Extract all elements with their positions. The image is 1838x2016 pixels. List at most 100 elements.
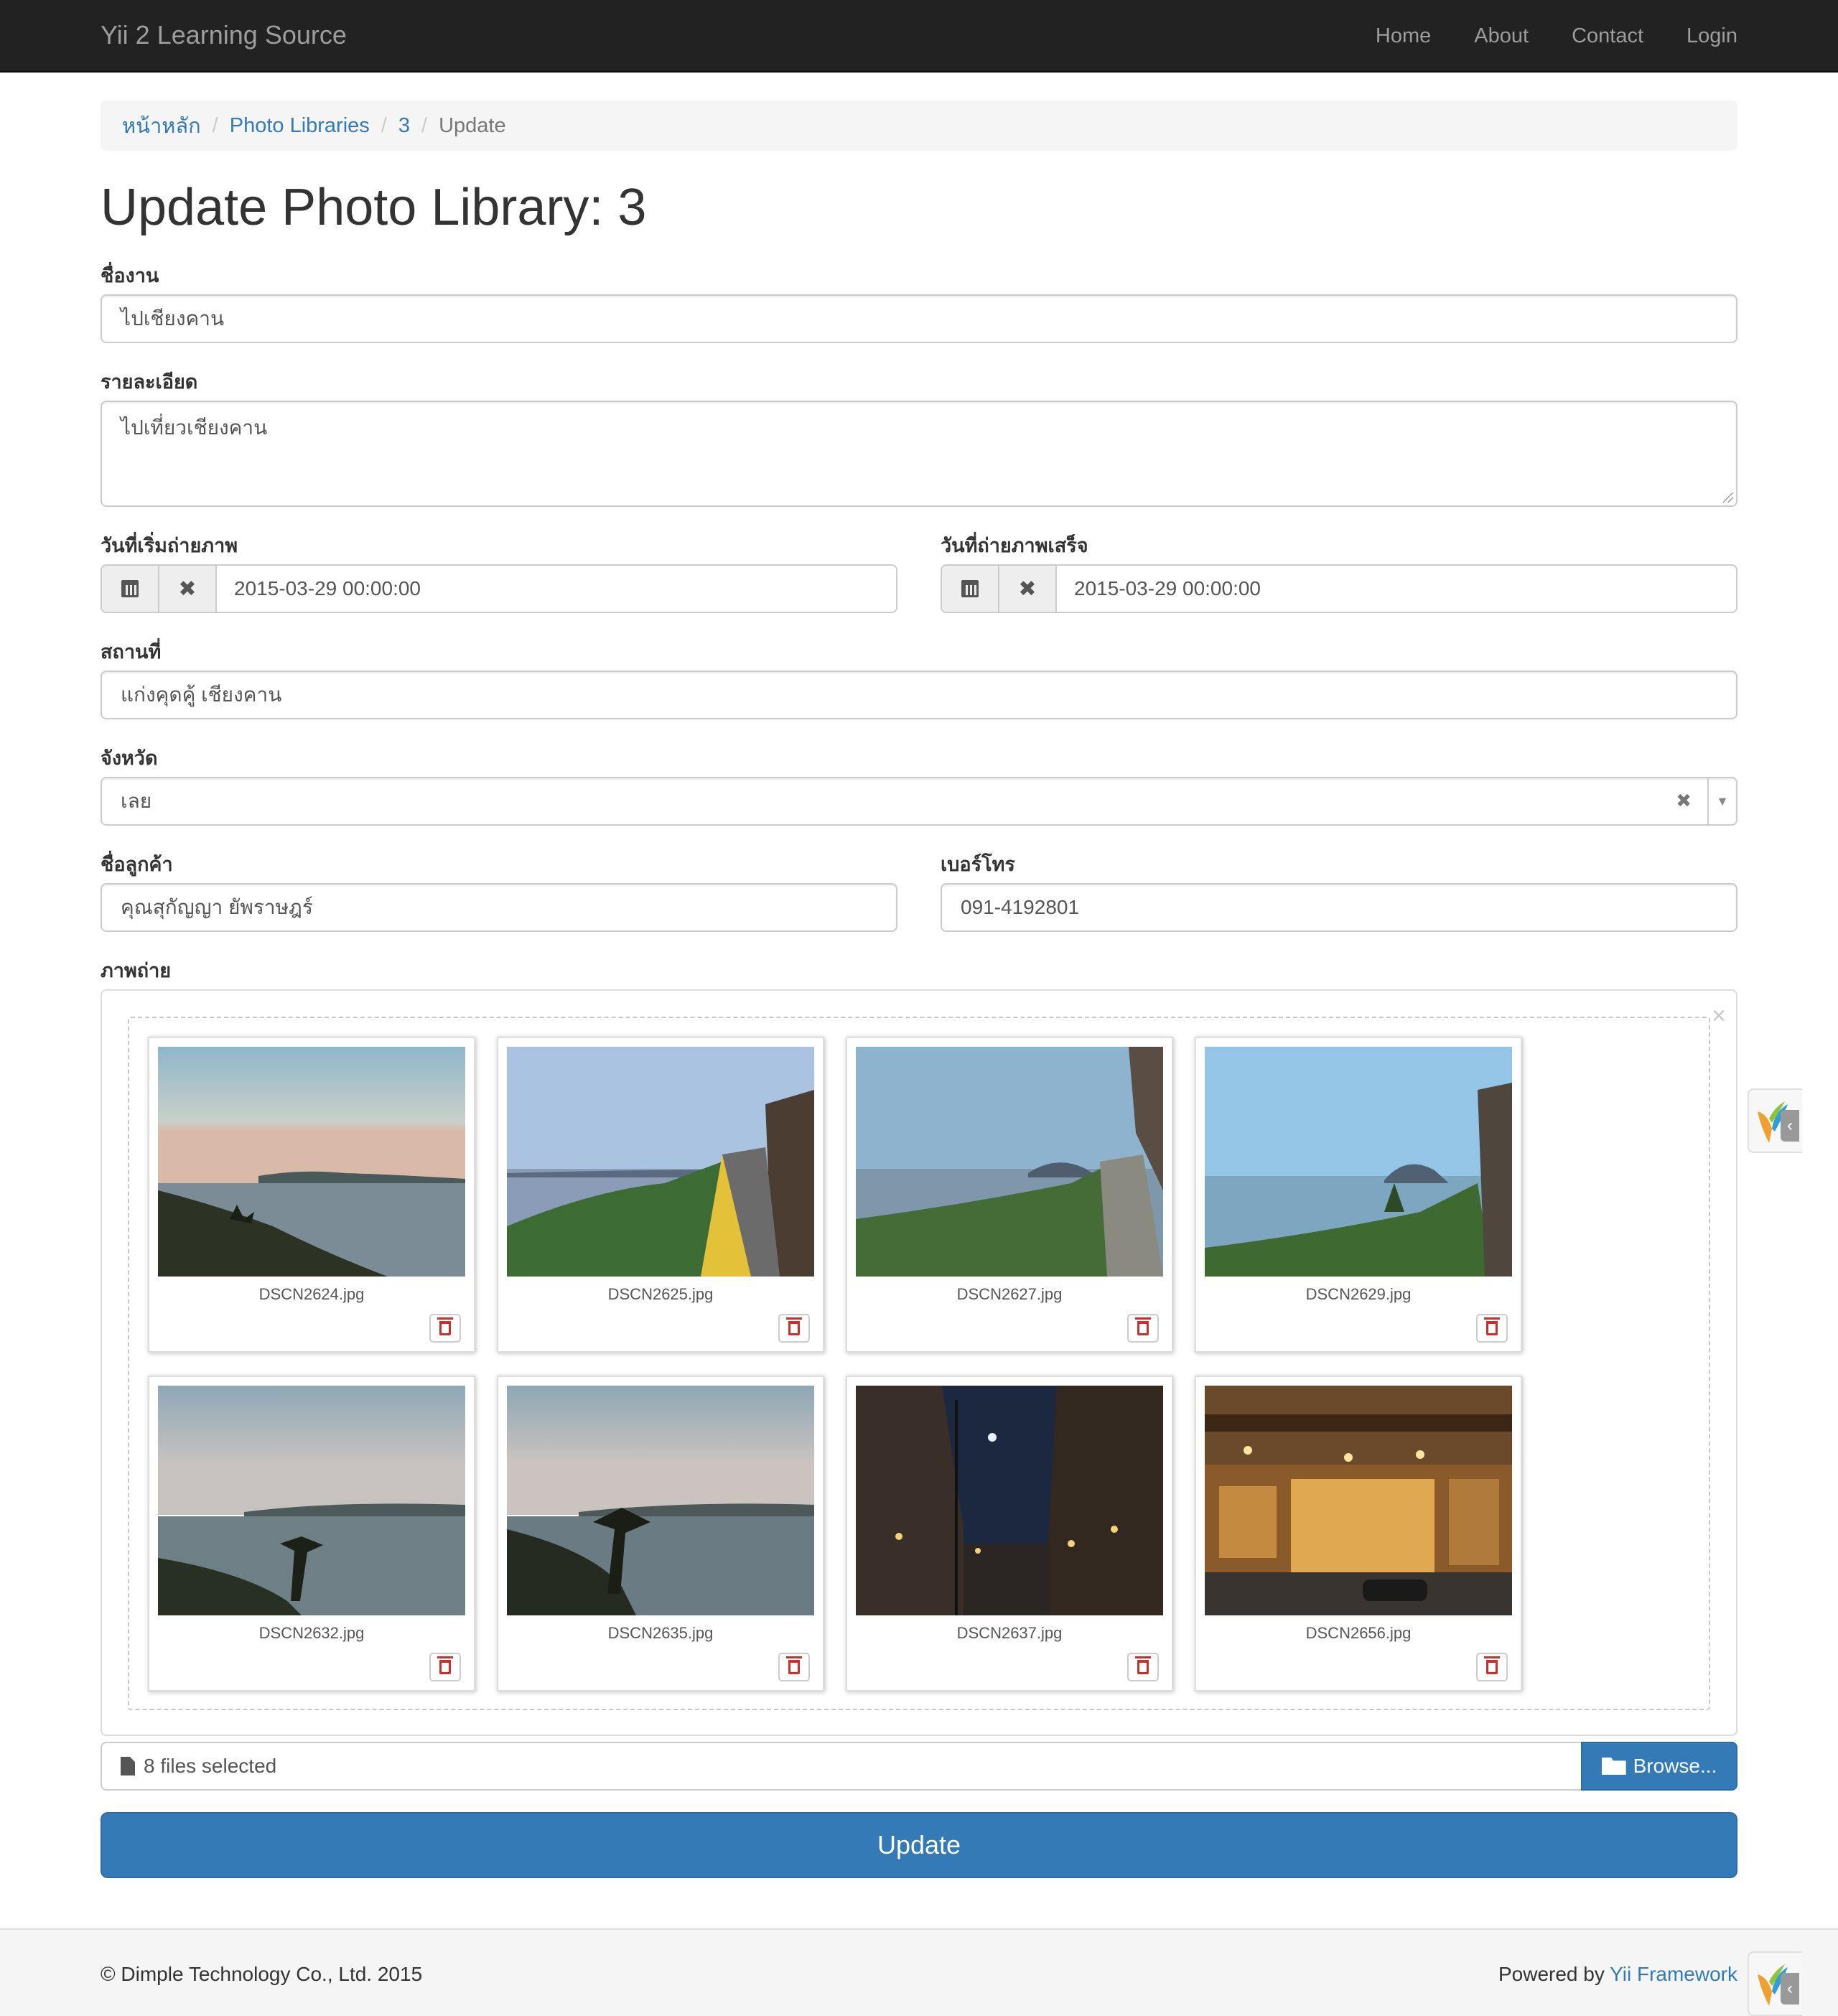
start-date-calendar-button[interactable] bbox=[101, 564, 158, 613]
photo-thumbnail: DSCN2625.jpg bbox=[497, 1037, 824, 1353]
nav-login[interactable]: Login bbox=[1687, 0, 1737, 72]
chevron-left-icon: ‹ bbox=[1781, 1973, 1799, 2005]
top-navbar: Yii 2 Learning Source Home About Contact… bbox=[0, 0, 1838, 73]
photo-image bbox=[158, 1047, 465, 1277]
chevron-down-icon[interactable]: ▼ bbox=[1707, 778, 1736, 824]
photo-dropzone[interactable]: DSCN2624.jpg DSCN2625.jpg DSCN2627.jpg D… bbox=[128, 1017, 1710, 1710]
folder-open-icon bbox=[1601, 1758, 1626, 1775]
delete-photo-button[interactable] bbox=[778, 1314, 810, 1343]
copyright-text: © Dimple Technology Co., Ltd. 2015 bbox=[101, 1963, 423, 1985]
nav-about[interactable]: About bbox=[1474, 0, 1529, 72]
photo-thumbnail: DSCN2637.jpg bbox=[846, 1376, 1173, 1691]
powered-by-prefix: Powered by bbox=[1498, 1963, 1605, 1985]
delete-photo-button[interactable] bbox=[429, 1314, 461, 1343]
photo-image bbox=[507, 1047, 814, 1277]
trash-icon bbox=[786, 1656, 802, 1674]
breadcrumb-separator: / bbox=[212, 113, 218, 137]
delete-photo-button[interactable] bbox=[778, 1653, 810, 1681]
debug-toolbar-toggle[interactable]: ‹ bbox=[1748, 1088, 1802, 1153]
browse-button[interactable]: Browse... bbox=[1581, 1742, 1737, 1791]
trash-icon bbox=[1135, 1317, 1151, 1335]
province-label: จังหวัด bbox=[101, 747, 158, 769]
breadcrumb-separator: / bbox=[421, 113, 428, 137]
delete-photo-button[interactable] bbox=[1476, 1314, 1508, 1343]
start-date-label: วันที่เริ่มถ่ายภาพ bbox=[101, 535, 238, 556]
end-date-calendar-button[interactable] bbox=[941, 564, 998, 613]
nav-links: Home About Contact Login bbox=[1333, 0, 1737, 72]
end-date-clear-button[interactable]: ✖ bbox=[998, 564, 1055, 613]
event-name-input[interactable]: ไปเชียงคาน bbox=[101, 294, 1737, 343]
trash-icon bbox=[1484, 1317, 1500, 1335]
photo-filename: DSCN2635.jpg bbox=[607, 1624, 714, 1642]
yii-framework-link[interactable]: Yii Framework bbox=[1610, 1963, 1737, 1985]
province-selected-value: เลย bbox=[121, 790, 152, 812]
delete-photo-button[interactable] bbox=[1476, 1653, 1508, 1681]
end-date-label: วันที่ถ่ายภาพเสร็จ bbox=[941, 535, 1088, 556]
footer: © Dimple Technology Co., Ltd. 2015 Power… bbox=[0, 1928, 1838, 2016]
detail-textarea[interactable]: ไปเที่ยวเชียงคาน bbox=[101, 401, 1737, 507]
photo-image bbox=[1205, 1047, 1512, 1277]
close-icon[interactable]: × bbox=[1712, 1002, 1726, 1030]
update-button[interactable]: Update bbox=[101, 1812, 1737, 1878]
province-select[interactable]: เลย ✖ ▼ bbox=[101, 777, 1737, 826]
breadcrumb-separator: / bbox=[381, 113, 387, 137]
photo-filename: DSCN2625.jpg bbox=[607, 1285, 714, 1303]
detail-text: ไปเที่ยวเชียงคาน bbox=[121, 416, 268, 439]
photo-filename: DSCN2632.jpg bbox=[258, 1624, 365, 1642]
calendar-icon bbox=[961, 580, 979, 597]
photo-filename: DSCN2624.jpg bbox=[258, 1285, 365, 1303]
event-name-label: ชื่องาน bbox=[101, 265, 159, 286]
photo-image bbox=[1205, 1386, 1512, 1615]
photo-image bbox=[158, 1386, 465, 1615]
photo-filename: DSCN2637.jpg bbox=[956, 1624, 1063, 1642]
customer-label: ชื่อลูกค้า bbox=[101, 854, 173, 875]
photo-thumbnail: DSCN2635.jpg bbox=[497, 1376, 824, 1691]
start-date-clear-button[interactable]: ✖ bbox=[158, 564, 215, 613]
nav-home[interactable]: Home bbox=[1376, 0, 1431, 72]
debug-toolbar-toggle[interactable]: ‹ bbox=[1748, 1951, 1802, 2016]
chevron-left-icon: ‹ bbox=[1781, 1110, 1799, 1142]
file-caption-text: 8 files selected bbox=[144, 1755, 277, 1777]
photo-thumbnail: DSCN2627.jpg bbox=[846, 1037, 1173, 1353]
trash-icon bbox=[437, 1317, 453, 1335]
location-label: สถานที่ bbox=[101, 641, 162, 663]
trash-icon bbox=[437, 1656, 453, 1674]
breadcrumb-home[interactable]: หน้าหลัก bbox=[122, 109, 201, 142]
end-date-group: ✖ 2015-03-29 00:00:00 bbox=[941, 564, 1737, 613]
resize-grip[interactable] bbox=[1723, 493, 1733, 503]
remove-icon: ✖ bbox=[1018, 577, 1037, 601]
delete-photo-button[interactable] bbox=[1127, 1653, 1159, 1681]
photo-preview-panel: × DSCN2624.jpg DSCN2625.jpg DSCN2627.jpg… bbox=[101, 989, 1737, 1736]
photo-image bbox=[856, 1386, 1163, 1615]
trash-icon bbox=[786, 1317, 802, 1335]
delete-photo-button[interactable] bbox=[1127, 1314, 1159, 1343]
photo-filename: DSCN2656.jpg bbox=[1305, 1624, 1412, 1642]
phone-input[interactable]: 091-4192801 bbox=[941, 883, 1737, 932]
start-date-group: ✖ 2015-03-29 00:00:00 bbox=[101, 564, 897, 613]
photo-thumbnail: DSCN2632.jpg bbox=[148, 1376, 475, 1691]
photo-filename: DSCN2629.jpg bbox=[1305, 1285, 1412, 1303]
detail-label: รายละเอียด bbox=[101, 371, 198, 393]
file-caption[interactable]: 8 files selected bbox=[101, 1742, 1581, 1791]
photo-thumbnail: DSCN2629.jpg bbox=[1195, 1037, 1522, 1353]
powered-by: Powered by Yii Framework bbox=[1498, 1963, 1737, 1986]
breadcrumb-record[interactable]: 3 bbox=[398, 114, 410, 138]
delete-photo-button[interactable] bbox=[429, 1653, 461, 1681]
file-icon bbox=[121, 1757, 135, 1775]
nav-contact[interactable]: Contact bbox=[1572, 0, 1643, 72]
photo-image bbox=[507, 1386, 814, 1615]
photo-thumbnail: DSCN2624.jpg bbox=[148, 1037, 475, 1353]
breadcrumb: หน้าหลัก / Photo Libraries / 3 / Update bbox=[101, 101, 1737, 151]
start-date-input[interactable]: 2015-03-29 00:00:00 bbox=[215, 564, 897, 613]
phone-label: เบอร์โทร bbox=[941, 854, 1015, 875]
trash-icon bbox=[1484, 1656, 1500, 1674]
customer-input[interactable]: คุณสุกัญญา ยัพราษฎร์ bbox=[101, 883, 897, 932]
calendar-icon bbox=[121, 580, 139, 597]
location-input[interactable]: แก่งคุดคู้ เชียงคาน bbox=[101, 671, 1737, 719]
breadcrumb-photo-libraries[interactable]: Photo Libraries bbox=[230, 114, 370, 138]
brand-link[interactable]: Yii 2 Learning Source bbox=[101, 20, 347, 50]
photo-image bbox=[856, 1047, 1163, 1277]
select-clear-icon[interactable]: ✖ bbox=[1676, 790, 1692, 812]
browse-label: Browse... bbox=[1633, 1755, 1717, 1777]
end-date-input[interactable]: 2015-03-29 00:00:00 bbox=[1055, 564, 1737, 613]
